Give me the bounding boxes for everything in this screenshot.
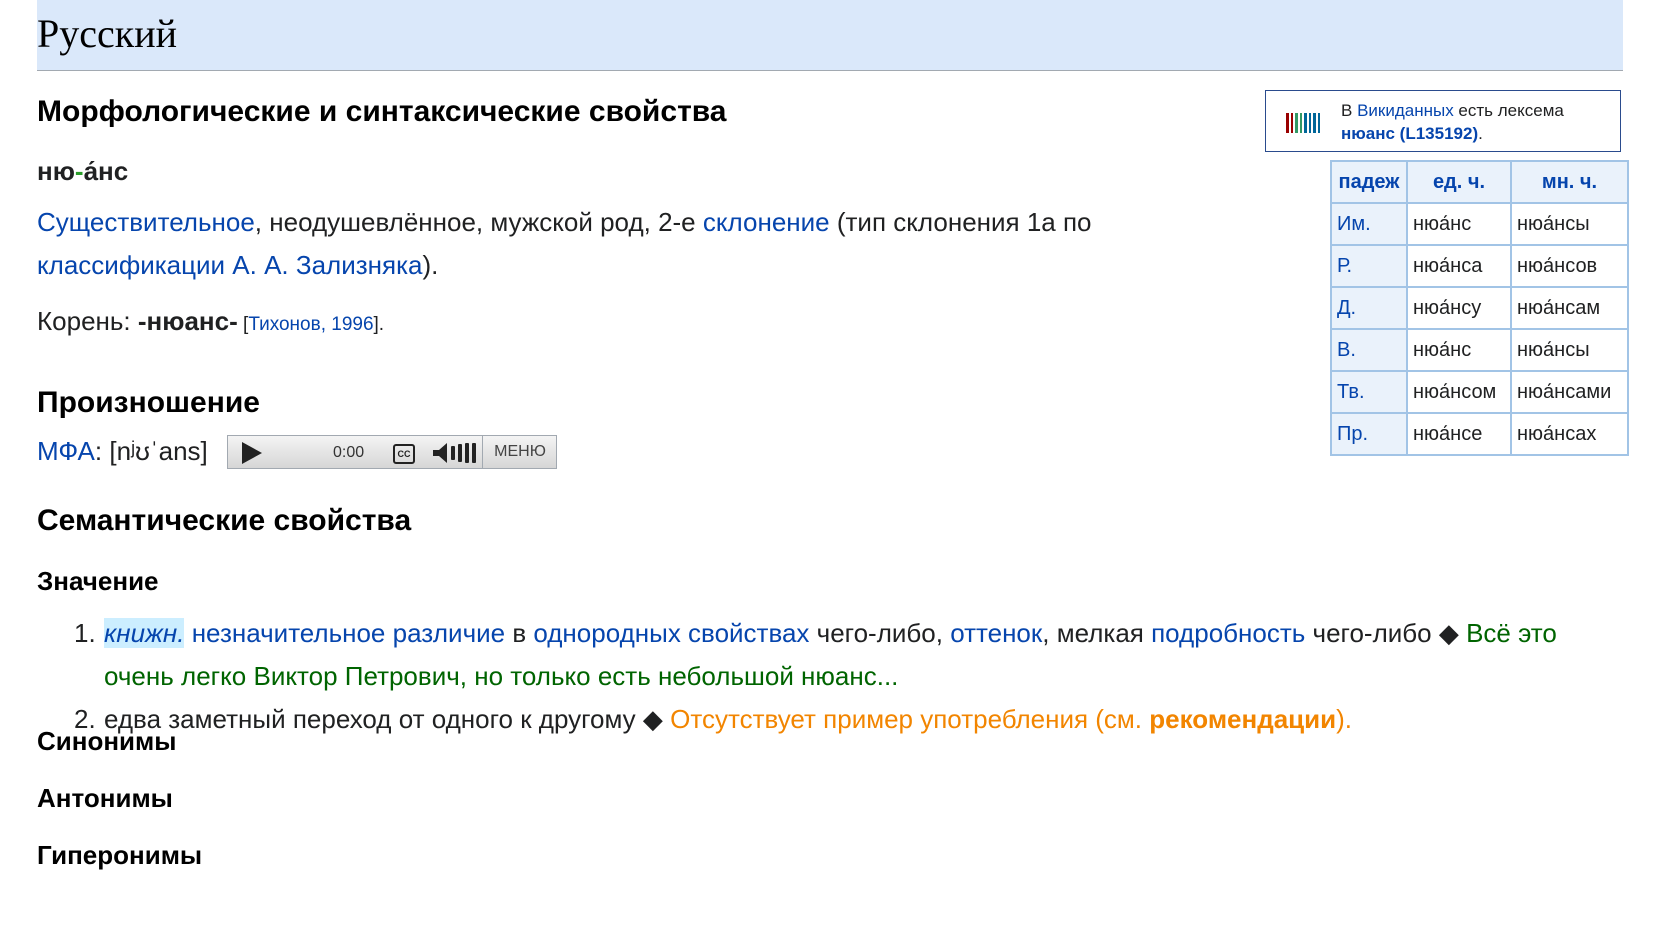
semantics-heading: Семантические свойства xyxy=(37,504,412,537)
language-header: Русский xyxy=(37,0,1623,71)
wikidata-text: В Викиданных есть лексема нюанс (L135192… xyxy=(1341,101,1564,143)
root-line: Корень: -нюанс- [Тихонов, 1996]. xyxy=(37,306,385,336)
definition-link[interactable]: подробность xyxy=(1151,618,1305,648)
declension-singular-cell: нюа́нс xyxy=(1406,202,1512,246)
declension-link[interactable]: склонение xyxy=(703,207,830,237)
language-title: Русский xyxy=(37,11,177,56)
root-value: -нюанс- xyxy=(137,306,238,336)
meanings-list: 1. книжн. незначительное различие в одно… xyxy=(74,612,1614,741)
declension-singular-cell: нюа́нс xyxy=(1406,328,1512,372)
wikidata-lexeme-box: В Викиданных есть лексема нюанс (L135192… xyxy=(1265,90,1621,152)
declension-plural-cell: нюа́нсах xyxy=(1510,412,1629,456)
headword-syllables: ню-а́нс xyxy=(37,156,129,186)
declension-header-row: падеж ед. ч. мн. ч. xyxy=(1330,160,1629,204)
article-page: Русский В Викиданных есть лексема нюанс … xyxy=(0,0,1653,928)
pos-link[interactable]: Существительное xyxy=(37,207,255,237)
declension-singular-cell: нюа́нсу xyxy=(1406,286,1512,330)
antonyms-heading: Антонимы xyxy=(37,783,173,813)
definition-link[interactable]: оттенок xyxy=(950,618,1042,648)
declension-singular-cell: нюа́нсом xyxy=(1406,370,1512,414)
morph-description: Существительное, неодушевлённое, мужской… xyxy=(37,207,1092,280)
declension-row: Р. нюа́нса нюа́нсов xyxy=(1330,244,1629,288)
declension-case-cell[interactable]: В. xyxy=(1330,328,1408,372)
play-icon[interactable] xyxy=(242,442,262,464)
lexeme-link[interactable]: нюанс (L135192) xyxy=(1341,124,1478,143)
declension-row: Д. нюа́нсу нюа́нсам xyxy=(1330,286,1629,330)
declension-plural-cell: нюа́нсы xyxy=(1510,328,1629,372)
header-singular[interactable]: ед. ч. xyxy=(1406,160,1512,204)
declension-plural-cell: нюа́нсы xyxy=(1510,202,1629,246)
label-bookish[interactable]: книжн. xyxy=(104,618,185,648)
declension-plural-cell: нюа́нсов xyxy=(1510,244,1629,288)
definition-link[interactable]: однородных свойствах xyxy=(533,618,809,648)
audio-time: 0:00 xyxy=(333,444,365,461)
morph-heading: Морфологические и синтаксические свойств… xyxy=(37,95,727,128)
meaning-item: 1. книжн. незначительное различие в одно… xyxy=(74,618,1557,691)
synonyms-heading: Синонимы xyxy=(37,726,177,756)
declension-case-cell[interactable]: Р. xyxy=(1330,244,1408,288)
wikidata-barcode-icon xyxy=(1286,113,1320,133)
declension-row: В. нюа́нс нюа́нсы xyxy=(1330,328,1629,372)
meaning-item: 2. едва заметный переход от одного к дру… xyxy=(74,704,1353,734)
recommendations-link[interactable]: рекомендации xyxy=(1149,704,1336,734)
declension-case-cell[interactable]: Им. xyxy=(1330,202,1408,246)
definition-link[interactable]: незначительное различие xyxy=(192,618,505,648)
captions-icon[interactable]: CC xyxy=(393,444,415,464)
declension-plural-cell: нюа́нсам xyxy=(1510,286,1629,330)
declension-row: Им. нюа́нс нюа́нсы xyxy=(1330,202,1629,246)
declension-row: Пр. нюа́нсе нюа́нсах xyxy=(1330,412,1629,456)
player-menu-button[interactable]: МЕНЮ xyxy=(482,436,557,468)
ipa-link[interactable]: МФА xyxy=(37,436,95,466)
declension-singular-cell: нюа́нса xyxy=(1406,244,1512,288)
declension-plural-cell: нюа́нсами xyxy=(1510,370,1629,414)
missing-example-warning: Отсутствует пример употребления (см. xyxy=(670,704,1150,734)
declension-case-cell[interactable]: Тв. xyxy=(1330,370,1408,414)
declension-singular-cell: нюа́нсе xyxy=(1406,412,1512,456)
declension-case-cell[interactable]: Пр. xyxy=(1330,412,1408,456)
declension-case-cell[interactable]: Д. xyxy=(1330,286,1408,330)
ipa-transcription: : [nʲʊˈans] xyxy=(94,436,208,466)
volume-icon[interactable] xyxy=(433,442,477,464)
header-case[interactable]: падеж xyxy=(1330,160,1408,204)
audio-player: 0:00 CC МЕНЮ xyxy=(227,435,557,469)
declension-table: падеж ед. ч. мн. ч. Им. нюа́нс нюа́нсы Р. ню… xyxy=(1330,160,1629,456)
zaliznyak-link[interactable]: классификации А. А. Зализняка xyxy=(37,250,423,280)
declension-row: Тв. нюа́нсом нюа́нсами xyxy=(1330,370,1629,414)
meaning-heading: Значение xyxy=(37,566,159,596)
pronunciation-heading: Произношение xyxy=(37,386,260,419)
root-reference-link[interactable]: Тихонов, 1996 xyxy=(248,314,373,335)
header-plural[interactable]: мн. ч. xyxy=(1510,160,1629,204)
ipa-line: МФА: [nʲʊˈans] xyxy=(37,430,208,473)
wikidata-link[interactable]: Викиданных xyxy=(1357,101,1454,120)
hypernyms-heading: Гиперонимы xyxy=(37,840,203,870)
